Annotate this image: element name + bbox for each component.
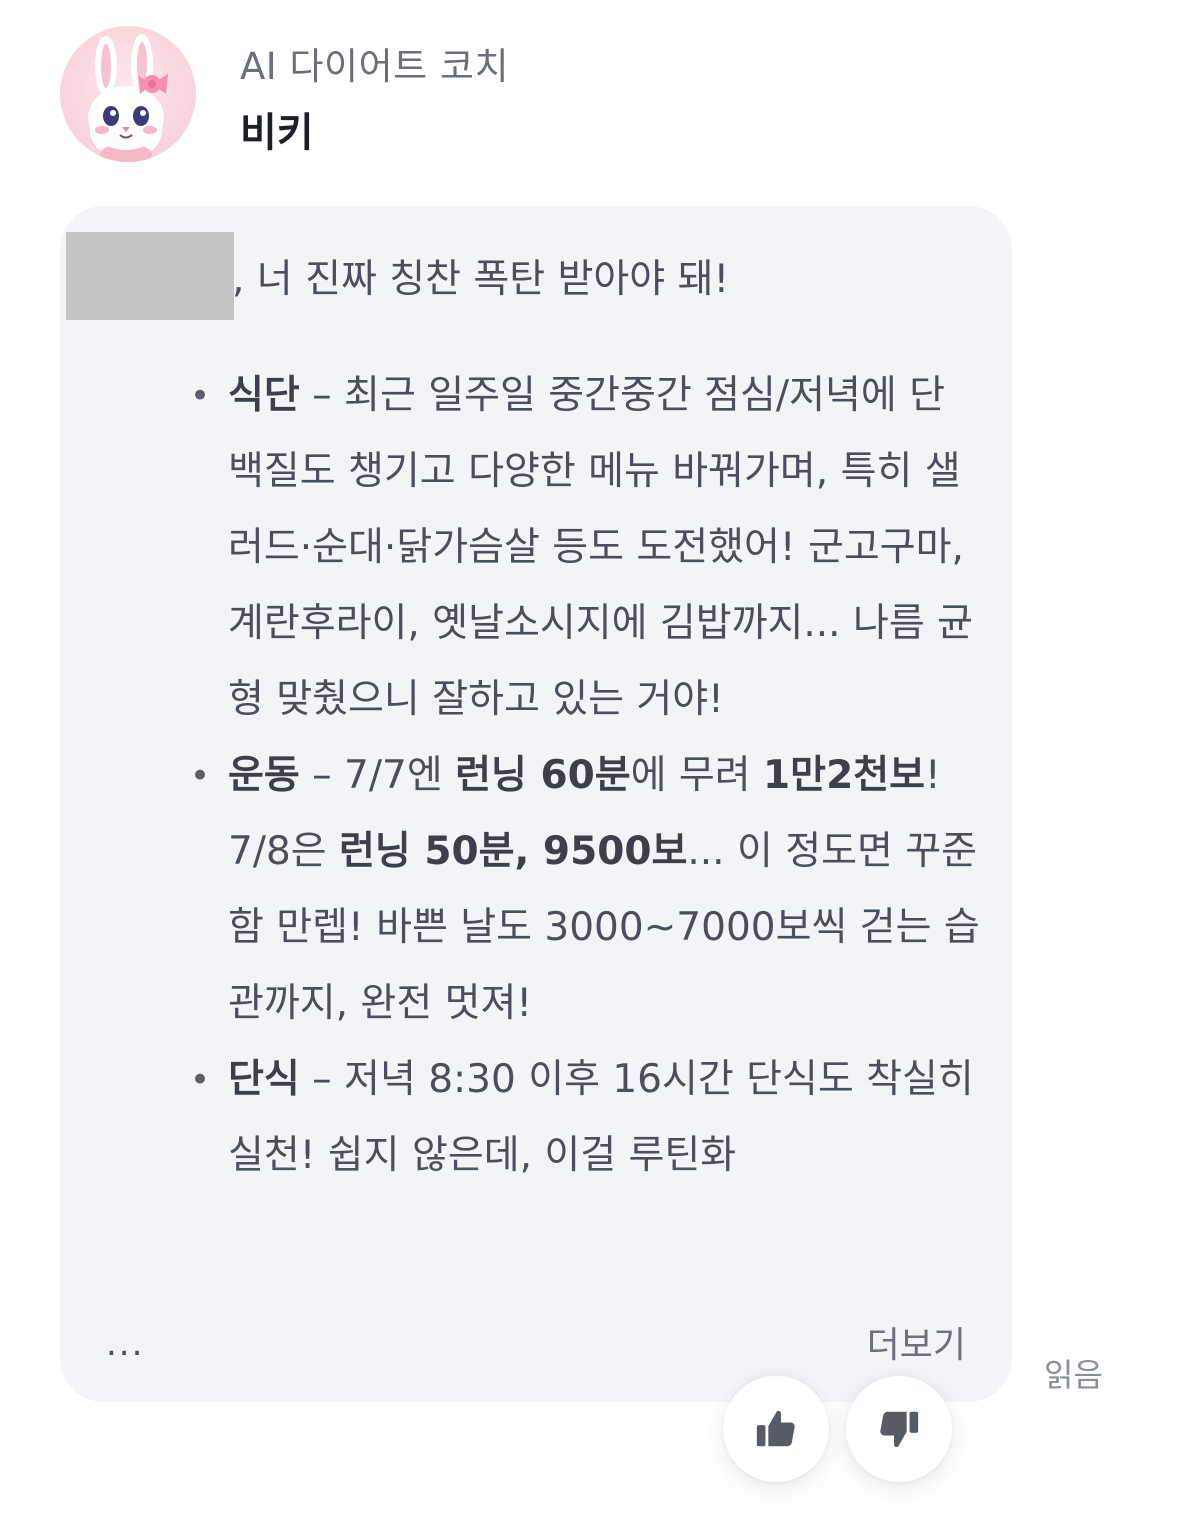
truncation-fade [60,1166,1012,1306]
thumbs-up-button[interactable] [723,1376,829,1482]
thumbs-up-icon [756,1410,795,1447]
bunny-avatar-icon [88,34,168,162]
sender-role: AI 다이어트 코치 [240,45,509,88]
bullet-icon: • [190,376,211,416]
coach-avatar[interactable] [60,26,196,162]
emphasis-text: 운동 [228,753,300,798]
emphasis-text: 런닝 60분 [455,753,631,798]
bullet-icon: • [190,1060,211,1100]
more-button[interactable]: 더보기 [867,1316,966,1368]
list-item: • 식단 – 최근 일주일 중간중간 점심/저녁에 단백질도 챙기고 다양한 메뉴… [190,358,980,738]
message-list: • 식단 – 최근 일주일 중간중간 점심/저녁에 단백질도 챙기고 다양한 메뉴… [190,358,980,1302]
sender-name: 비키 [240,110,314,156]
emphasis-text: 단식 [228,1057,300,1102]
thumbs-down-icon [880,1411,919,1448]
body-text: – 7/7엔 [299,753,456,798]
emphasis-text: 식단 [228,373,300,418]
message-bubble: , 너 진짜 칭찬 폭탄 받아야 돼! • 식단 – 최근 일주일 중간중간 점심… [60,206,1012,1402]
read-receipt: 읽음 [1044,1356,1103,1394]
body-text: – 최근 일주일 중간중간 점심/저녁에 단백질도 챙기고 다양한 메뉴 바꿔가… [228,373,974,722]
list-item: • 운동 – 7/7엔 런닝 60분에 무려 1만2천보! 7/8은 런닝 50분… [190,738,980,1042]
thumbs-down-button[interactable] [846,1376,952,1482]
emphasis-text: 1만2천보 [763,753,925,798]
bullet-icon: • [190,756,211,796]
message-greeting: , 너 진짜 칭찬 폭탄 받아야 돼! [232,257,730,302]
body-text: – 저녁 8:30 이후 16시간 단식도 착실히 실천! 쉽지 않은데, 이걸… [228,1057,974,1178]
overflow-indicator: ... [106,1324,145,1364]
redacted-name [66,232,234,320]
body-text: 에 무려 [630,753,764,798]
emphasis-text: 런닝 50분, 9500보 [339,829,688,874]
